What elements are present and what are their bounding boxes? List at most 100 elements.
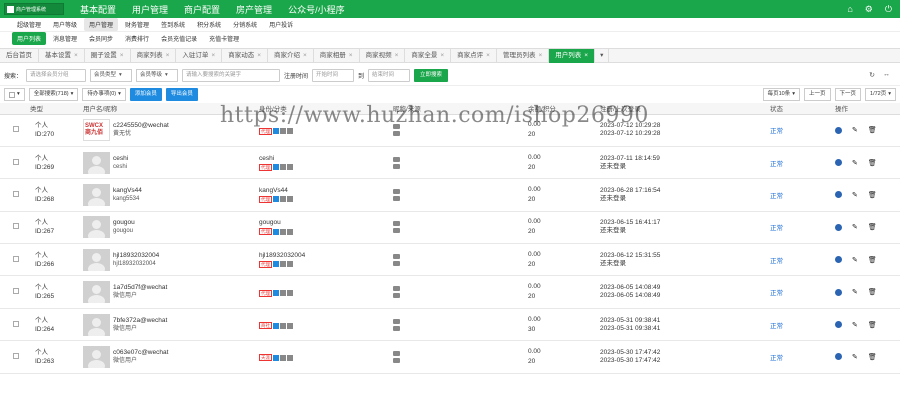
edit-icon[interactable]: ✎: [852, 159, 858, 167]
message-icon[interactable]: [393, 124, 400, 130]
tab-item[interactable]: 用户列表 ×: [549, 48, 596, 63]
top-nav-item[interactable]: 基本配置: [80, 3, 116, 16]
per-page-select[interactable]: 每页10条 ▾: [762, 88, 800, 101]
edit-icon[interactable]: ✎: [852, 288, 858, 296]
tab-item[interactable]: 商家点评 ×: [451, 48, 497, 63]
trash-icon[interactable]: 🗑: [868, 321, 877, 329]
expand-icon[interactable]: ↔: [883, 71, 890, 79]
close-icon[interactable]: ×: [303, 49, 307, 63]
message-icon[interactable]: [393, 286, 400, 292]
close-icon[interactable]: ×: [120, 49, 124, 63]
gear-icon[interactable]: ⚙: [865, 4, 873, 15]
edit-icon[interactable]: ✎: [852, 223, 858, 231]
edit-icon[interactable]: ✎: [852, 126, 858, 134]
tab-item[interactable]: 商家动态 ×: [222, 48, 268, 63]
edit-icon[interactable]: ✎: [852, 256, 858, 264]
user-detail-icon[interactable]: [835, 126, 842, 134]
tab-item[interactable]: 后台首页: [0, 48, 39, 63]
subnav-item[interactable]: 财务管理: [120, 18, 154, 31]
top-nav-item[interactable]: 公众号/小程序: [288, 3, 345, 16]
user-icon[interactable]: [273, 128, 279, 135]
refresh-icon[interactable]: ↻: [869, 71, 875, 79]
close-icon[interactable]: ×: [486, 49, 490, 63]
row-checkbox[interactable]: [13, 288, 19, 295]
user-icon[interactable]: [273, 196, 279, 203]
row-checkbox[interactable]: [13, 352, 19, 359]
select-all-checkbox[interactable]: ▾: [4, 88, 25, 101]
source-icon[interactable]: [393, 195, 400, 201]
card-icon[interactable]: [280, 196, 286, 203]
member-level-select[interactable]: 会员等级 ▾: [136, 68, 179, 82]
trash-icon[interactable]: 🗑: [868, 159, 877, 167]
tab-item[interactable]: 商家相册 ×: [314, 48, 360, 63]
subnav2-item[interactable]: 会员充值记录: [156, 32, 202, 45]
row-checkbox[interactable]: [13, 126, 19, 133]
subnav2-item[interactable]: 消息管理: [48, 32, 82, 45]
subnav2-item[interactable]: 用户列表: [12, 32, 47, 45]
trash-icon[interactable]: 🗑: [868, 288, 877, 296]
user-detail-icon[interactable]: [835, 223, 842, 231]
search-button[interactable]: 立即搜索: [414, 68, 449, 82]
trash-icon[interactable]: 🗑: [868, 223, 877, 231]
message-icon[interactable]: [393, 318, 400, 324]
close-icon[interactable]: ×: [395, 49, 399, 63]
card-icon[interactable]: [280, 290, 286, 297]
power-icon[interactable]: ⏻: [885, 4, 892, 15]
card-icon[interactable]: [280, 164, 286, 171]
close-icon[interactable]: ×: [74, 49, 78, 63]
trash-icon[interactable]: 🗑: [868, 353, 877, 361]
status-badge[interactable]: 正常: [770, 193, 783, 200]
search-all-button[interactable]: 全部搜索(718) ▾: [28, 88, 79, 101]
user-icon[interactable]: [273, 290, 279, 297]
user-icon[interactable]: [273, 261, 279, 268]
subnav-item[interactable]: 分销系统: [228, 18, 262, 31]
group-select[interactable]: 请选择会员分组: [26, 68, 87, 82]
next-page-button[interactable]: 下一页: [834, 88, 862, 101]
card-icon[interactable]: [280, 128, 286, 135]
doc-icon[interactable]: [287, 322, 293, 329]
top-nav-item[interactable]: 房产管理: [236, 3, 272, 16]
status-badge[interactable]: 正常: [770, 128, 783, 135]
subnav-item[interactable]: 超级管理: [12, 18, 46, 31]
message-icon[interactable]: [393, 253, 400, 259]
source-icon[interactable]: [393, 228, 400, 234]
source-icon[interactable]: [393, 293, 400, 299]
user-detail-icon[interactable]: [835, 353, 842, 361]
tab-item[interactable]: 入驻订单 ×: [176, 48, 223, 63]
tab-item[interactable]: 商家全景 ×: [405, 48, 452, 63]
trash-icon[interactable]: 🗑: [868, 256, 877, 264]
subnav-item[interactable]: 积分系统: [192, 18, 226, 31]
row-checkbox[interactable]: [13, 223, 19, 230]
doc-icon[interactable]: [287, 228, 293, 235]
tab-item[interactable]: 圈子设置 ×: [85, 48, 131, 63]
source-icon[interactable]: [393, 163, 400, 169]
user-detail-icon[interactable]: [835, 288, 842, 296]
card-icon[interactable]: [280, 228, 286, 235]
doc-icon[interactable]: [287, 354, 293, 361]
status-badge[interactable]: 正常: [770, 323, 783, 330]
export-member-button[interactable]: 导出会员: [165, 88, 198, 101]
more-tabs-icon[interactable]: ▾: [595, 48, 610, 63]
close-icon[interactable]: ×: [440, 49, 444, 63]
row-checkbox[interactable]: [13, 255, 19, 262]
row-checkbox[interactable]: [13, 320, 19, 327]
status-badge[interactable]: 正常: [770, 355, 783, 362]
table-row[interactable]: 个人 ID:268 kangVs44 kang5534 kangVs44 代理 0.…: [0, 178, 900, 212]
keyword-input[interactable]: 请输入要搜索的关键字: [182, 68, 281, 82]
status-badge[interactable]: 正常: [770, 161, 783, 168]
subnav-item[interactable]: 用户管理: [84, 18, 119, 31]
subnav2-item[interactable]: 消费排行: [120, 32, 154, 45]
batch-button[interactable]: 待办事项(0) ▾: [82, 88, 126, 101]
doc-icon[interactable]: [287, 128, 293, 135]
subnav2-item[interactable]: 会员同步: [84, 32, 118, 45]
card-icon[interactable]: [280, 322, 286, 329]
row-checkbox[interactable]: [13, 190, 19, 197]
subnav-item[interactable]: 签到系统: [156, 18, 190, 31]
doc-icon[interactable]: [287, 261, 293, 268]
prev-page-button[interactable]: 上一页: [803, 88, 831, 101]
subnav-item[interactable]: 用户投诉: [264, 18, 298, 31]
home-icon[interactable]: ⌂: [847, 4, 852, 15]
end-date-input[interactable]: 结束时间: [368, 68, 411, 82]
close-icon[interactable]: ×: [584, 49, 588, 63]
source-icon[interactable]: [393, 357, 400, 363]
